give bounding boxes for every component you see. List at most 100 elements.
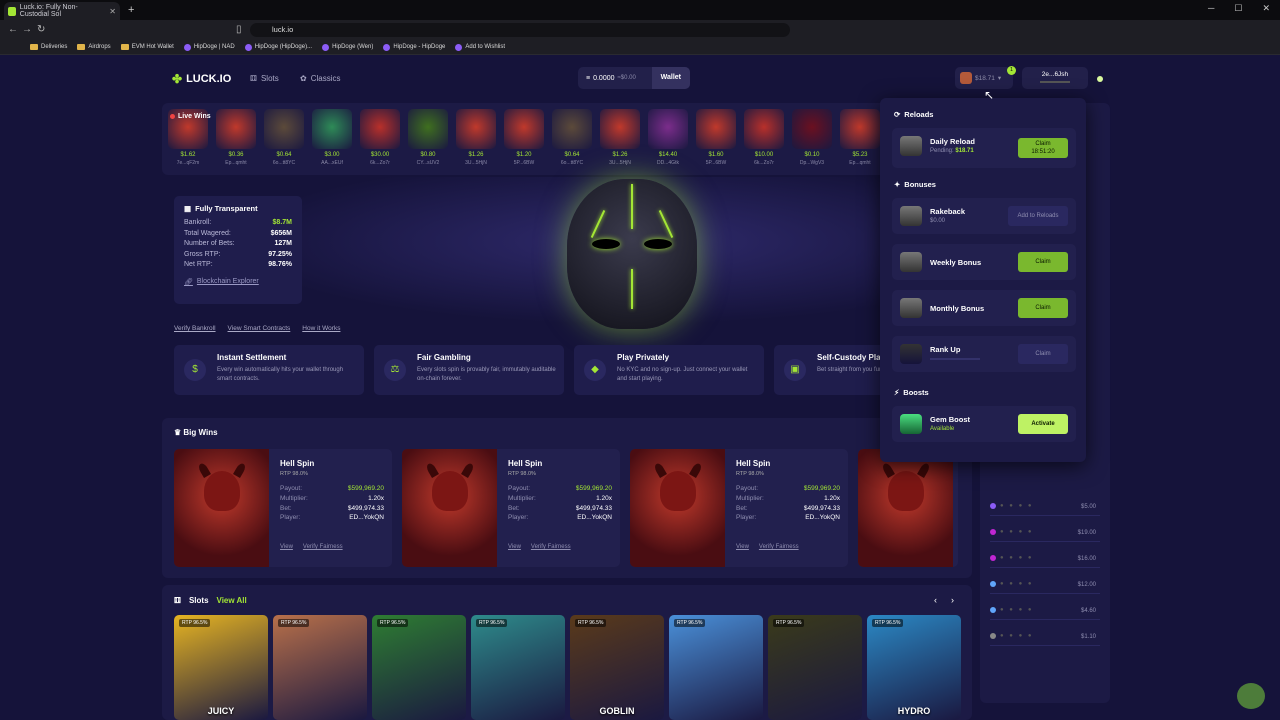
how-it-works-link[interactable]: How it Works [302, 325, 340, 332]
slot-game-card[interactable]: RTP 96.5% [372, 615, 466, 720]
claim-daily-reload-button[interactable]: Claim 18:51:20 [1018, 138, 1068, 158]
new-tab-icon[interactable]: + [128, 4, 134, 16]
bookmark-airdrops[interactable]: Airdrops [77, 44, 111, 50]
live-win-item[interactable]: $14.40 DD...4Gtk [648, 109, 688, 166]
claim-weekly-button[interactable]: Claim [1018, 252, 1068, 272]
bookmark-hipdoge[interactable]: HipDoge (HipDoge)... [244, 43, 312, 51]
bookmark-hipdoge-hipdoge[interactable]: HipDoge - HipDoge [383, 43, 445, 51]
verify-fairness-link[interactable]: Verify Fairness [531, 544, 571, 550]
rank-icon [990, 581, 996, 587]
feature-card: ⚖ Fair Gambling Every slots spin is provab… [374, 345, 564, 395]
site-header: ✤ LUCK.IO ⚅ Slots ✿ Classics ≡ 0.0000 ≈$0.00 … [162, 63, 1112, 95]
game-thumbnail [552, 109, 592, 149]
win-amount: $0.10 [804, 152, 820, 158]
winner-user: Ep...qmht [225, 160, 247, 166]
live-win-item[interactable]: $1.26 3U...5HjN [600, 109, 640, 166]
bookmark-add-to-wishlist[interactable]: Add to Wishlist [455, 43, 505, 51]
live-win-item[interactable]: $0.64 6o...tt8YC [264, 109, 304, 166]
bookmark-hipdoge-wen[interactable]: HipDoge (Wen) [322, 43, 373, 51]
bookmark-deliveries[interactable]: Deliveries [30, 44, 67, 50]
game-thumbnail [840, 109, 880, 149]
live-win-item[interactable]: $10.00 6k...Zo7r [744, 109, 784, 166]
feature-card: $ Instant Settlement Every win automatical… [174, 345, 364, 395]
activate-gem-boost-button[interactable]: Activate [1018, 414, 1068, 434]
url-field[interactable]: luck.io [250, 23, 790, 37]
demon-illustration [888, 471, 924, 511]
slot-game-card[interactable]: RTP 96.5% [273, 615, 367, 720]
big-win-card[interactable]: Hell Spin RTP 98.0% Payout: $599,969.20 M… [174, 449, 392, 567]
slot-game-card[interactable]: RTP 96.5% [669, 615, 763, 720]
slot-name: GOBLIN [599, 706, 635, 716]
bookmark-hipdoge-nad[interactable]: HipDoge | NAD [183, 43, 235, 51]
maximize-icon[interactable]: ☐ [1234, 3, 1242, 14]
bookmark-evm-hot-wallet[interactable]: EVM Hot Wallet [120, 44, 174, 50]
wallet-button[interactable]: Wallet [651, 67, 690, 89]
nav-slots[interactable]: ⚅ Slots [250, 74, 279, 83]
back-icon[interactable]: ← [8, 24, 18, 35]
daily-reload-card: Daily Reload Pending: $18.71 Claim 18:51:… [892, 128, 1076, 168]
notification-badge: 1 [1007, 66, 1016, 75]
forward-icon[interactable]: → [22, 24, 32, 35]
chevron-right-icon[interactable]: › [951, 595, 954, 605]
big-win-card[interactable]: Hell Spin RTP 98.0% Payout: $599,969.20 M… [630, 449, 848, 567]
win-amount: $1.26 [468, 152, 484, 158]
live-win-item[interactable]: $1.60 5P...6BW [696, 109, 736, 166]
close-tab-icon[interactable]: ✕ [109, 7, 116, 16]
winner-user: 7e...qF2m [176, 160, 200, 166]
rewards-chip[interactable]: $18.71 ▾ [955, 67, 1013, 89]
live-win-item[interactable]: $0.36 Ep...qmht [216, 109, 256, 166]
slot-game-card[interactable]: RTP 96.5% GOBLIN [570, 615, 664, 720]
chevron-left-icon[interactable]: ‹ [934, 595, 937, 605]
live-win-item[interactable]: $0.64 6o...tt8YC [552, 109, 592, 166]
live-win-item[interactable]: $3.00 AA...xEUf [312, 109, 352, 166]
live-win-item[interactable]: $5.23 Ep...qmht [840, 109, 880, 166]
game-thumbnail [402, 449, 497, 567]
slot-game-card[interactable]: RTP 96.5% [471, 615, 565, 720]
live-win-item[interactable]: $0.10 Dp...WgV3 [792, 109, 832, 166]
bookmark-icon[interactable]: ▯ [236, 24, 242, 35]
mask-vein [658, 209, 674, 239]
site-logo[interactable]: ✤ LUCK.IO [172, 72, 231, 86]
slot-game-card[interactable]: RTP 96.5% JUICY [174, 615, 268, 720]
browser-tab[interactable]: Luck.io: Fully Non-Custodial Sol ✕ [4, 2, 120, 20]
slot-game-card[interactable]: RTP 96.5% HYDRO [867, 615, 961, 720]
payout-row: Payout: $599,969.20 [736, 485, 840, 492]
stat-row: Bankroll: $8.7M [184, 219, 292, 226]
view-link[interactable]: View [508, 544, 521, 550]
minimize-icon[interactable]: ─ [1208, 3, 1214, 14]
game-thumbnail [456, 109, 496, 149]
chat-avatar-icon[interactable] [1237, 683, 1265, 709]
nav-classics[interactable]: ✿ Classics [300, 74, 340, 83]
game-name: Hell Spin [280, 459, 315, 468]
mask-vein [631, 269, 633, 309]
player-row: Player: ED...YokQN [736, 514, 840, 522]
slot-game-card[interactable]: RTP 96.5% [768, 615, 862, 720]
close-window-icon[interactable]: ✕ [1262, 3, 1270, 14]
masked-user: ● ● ● ● [1000, 555, 1034, 561]
live-win-item[interactable]: $1.20 5P...6BW [504, 109, 544, 166]
game-thumbnail [630, 449, 725, 567]
add-to-reloads-button[interactable]: Add to Reloads [1008, 206, 1068, 226]
view-link[interactable]: View [280, 544, 293, 550]
view-link[interactable]: View [736, 544, 749, 550]
claim-rank-up-button[interactable]: Claim [1018, 344, 1068, 364]
amount: $16.00 [1077, 556, 1096, 562]
live-win-item[interactable]: $30.00 6k...Zo7r [360, 109, 400, 166]
win-amount: $10.00 [754, 152, 774, 158]
view-all-link[interactable]: View All [217, 596, 247, 605]
win-amount: $0.80 [420, 152, 436, 158]
view-smart-contracts-link[interactable]: View Smart Contracts [228, 325, 291, 332]
live-win-item[interactable]: $0.80 CY...sUV2 [408, 109, 448, 166]
blockchain-explorer-link[interactable]: 🔗︎ Blockchain Explorer [184, 278, 292, 286]
verify-fairness-link[interactable]: Verify Fairness [759, 544, 799, 550]
big-win-card[interactable]: Hell Spin RTP 98.0% Payout: $599,969.20 M… [402, 449, 620, 567]
verify-fairness-link[interactable]: Verify Fairness [303, 544, 343, 550]
reload-icon[interactable]: ↻ [37, 24, 45, 35]
masked-user: ● ● ● ● [1000, 633, 1034, 639]
claim-monthly-button[interactable]: Claim [1018, 298, 1068, 318]
live-win-item[interactable]: $1.26 3U...5HjN [456, 109, 496, 166]
big-win-card[interactable] [858, 449, 958, 567]
wallet-balance[interactable]: ≡ 0.0000 ≈$0.00 Wallet [578, 67, 690, 89]
account-chip[interactable]: 2e...6Jsh [1022, 67, 1088, 89]
verify-bankroll-link[interactable]: Verify Bankroll [174, 325, 216, 332]
